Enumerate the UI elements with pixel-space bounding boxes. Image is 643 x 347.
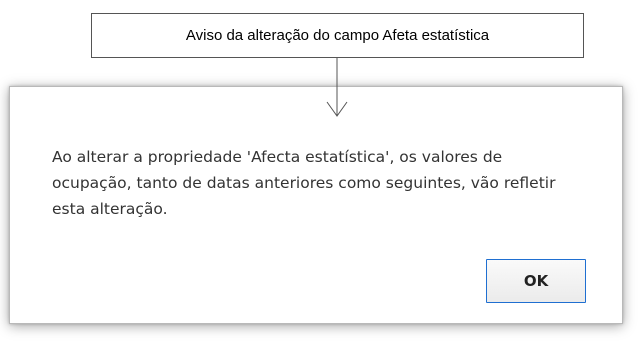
- alert-dialog: Ao alterar a propriedade 'Afecta estatís…: [9, 86, 623, 324]
- annotation-callout-text: Aviso da alteração do campo Afeta estatí…: [185, 27, 490, 44]
- dialog-message: Ao alterar a propriedade 'Afecta estatís…: [52, 148, 556, 218]
- annotation-callout: Aviso da alteração do campo Afeta estatí…: [91, 13, 584, 58]
- ok-button[interactable]: OK: [486, 259, 586, 303]
- down-arrow-icon: [326, 58, 348, 117]
